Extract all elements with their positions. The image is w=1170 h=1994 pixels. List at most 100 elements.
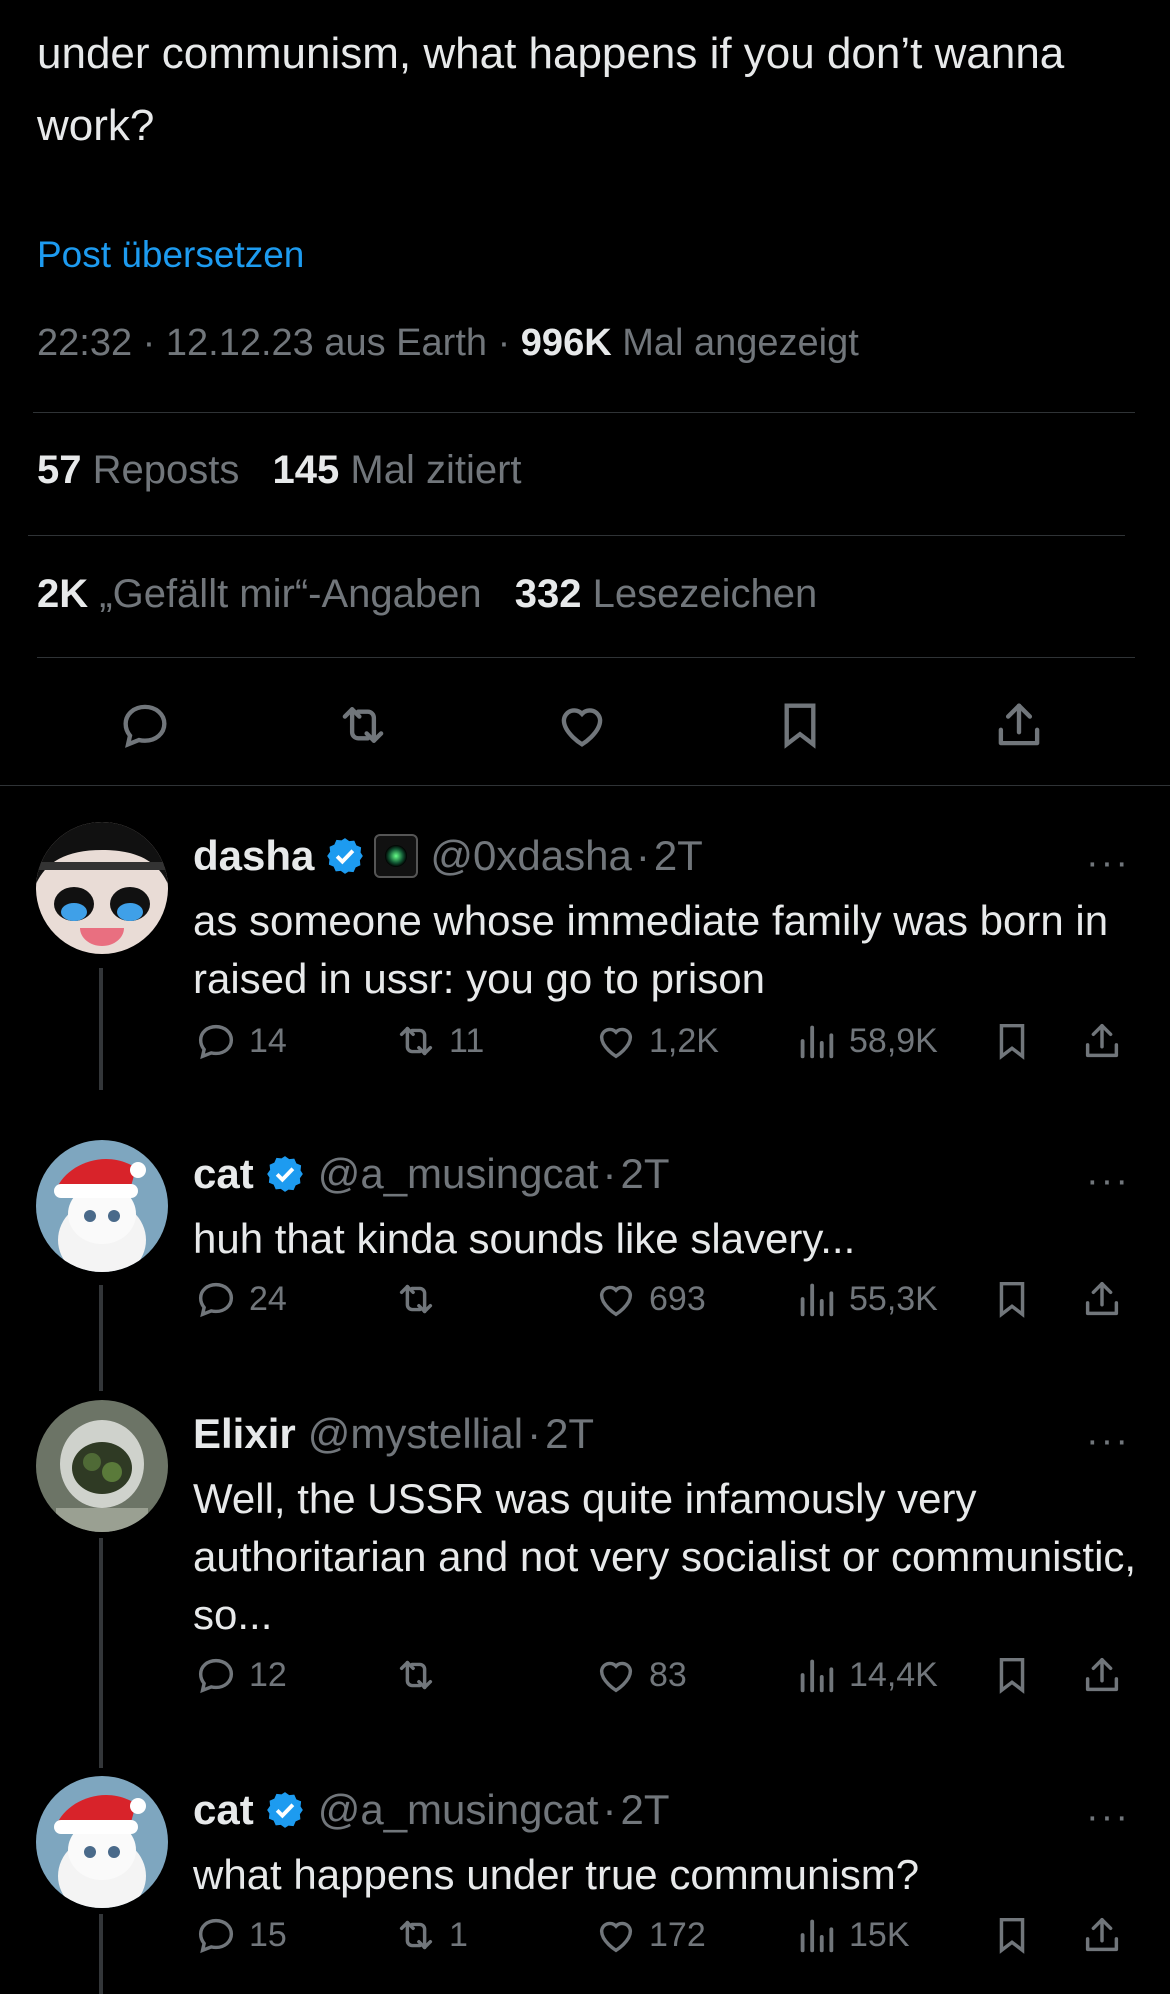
more-options-icon[interactable]: ··· [1086, 1420, 1130, 1463]
post-time[interactable]: 22:32 [37, 322, 132, 364]
share-button[interactable] [1079, 1650, 1125, 1700]
avatar[interactable] [36, 822, 168, 954]
more-options-icon[interactable]: ··· [1086, 1160, 1130, 1203]
like-button[interactable]: 1,2K [593, 1016, 719, 1066]
author-handle[interactable]: @a_musingcat [318, 1786, 599, 1834]
reply-time[interactable]: 2T [654, 832, 703, 880]
author-handle[interactable]: @mystellial [308, 1410, 523, 1458]
reply-button[interactable]: 14 [193, 1016, 287, 1066]
repost-icon [399, 1026, 433, 1056]
author-name[interactable]: dasha [193, 832, 314, 880]
more-options-icon[interactable]: ··· [1086, 842, 1130, 885]
reposts-label: Reposts [92, 448, 240, 492]
repost-button[interactable] [393, 1650, 449, 1700]
reply-item[interactable]: cat @a_musingcat · 2T ··· huh that kinda… [0, 1140, 1170, 1320]
verified-badge-icon[interactable] [324, 835, 366, 877]
reply-button[interactable] [110, 690, 180, 760]
author-handle[interactable]: @0xdasha [430, 832, 631, 880]
bookmarks-stat[interactable]: 332 Lesezeichen [515, 572, 817, 616]
share-icon [1085, 1657, 1119, 1692]
share-button[interactable] [1079, 1274, 1125, 1324]
share-button[interactable] [1079, 1910, 1125, 1960]
repost-count: 11 [449, 1021, 485, 1060]
share-icon [1085, 1281, 1119, 1316]
verified-badge-icon[interactable] [264, 1789, 306, 1831]
views-button[interactable]: 58,9K [793, 1016, 938, 1066]
reply-item[interactable]: dasha @0xdasha · 2T ··· as someone whose… [0, 822, 1170, 1062]
like-button[interactable]: 172 [593, 1910, 706, 1960]
views-count: 996K [520, 322, 612, 364]
repost-button[interactable]: 1 [393, 1910, 468, 1960]
meta-separator: · [602, 1150, 617, 1197]
reposts-stat[interactable]: 57 Reposts [37, 448, 239, 492]
bookmark-button[interactable] [765, 690, 835, 760]
repost-icon [399, 1660, 433, 1690]
avatar[interactable] [36, 1140, 168, 1272]
post-date[interactable]: 12.12.23 [166, 322, 314, 364]
meta-separator: · [635, 832, 650, 879]
reply-time[interactable]: 2T [620, 1150, 669, 1198]
reply-header: cat @a_musingcat · 2T [193, 1150, 670, 1198]
reply-button[interactable]: 12 [193, 1650, 287, 1700]
views-label: Mal angezeigt [622, 322, 859, 364]
repost-button[interactable] [393, 1274, 449, 1324]
quotes-count: 145 [272, 448, 340, 492]
reply-header: dasha @0xdasha · 2T [193, 832, 703, 880]
repost-icon [399, 1284, 433, 1314]
likes-label: „Gefällt mir“-Angaben [99, 572, 482, 616]
views-button[interactable]: 14,4K [793, 1650, 938, 1700]
author-handle[interactable]: @a_musingcat [318, 1150, 599, 1198]
repost-icon [342, 707, 384, 743]
avatar[interactable] [36, 1400, 168, 1532]
astronaut-helmet-avatar [36, 1400, 168, 1532]
views-button[interactable]: 55,3K [793, 1274, 938, 1324]
reply-text: what happens under true communism? [193, 1851, 920, 1898]
views-button[interactable]: 15K [793, 1910, 910, 1960]
more-options-icon[interactable]: ··· [1086, 1796, 1130, 1839]
author-name[interactable]: cat [193, 1150, 254, 1198]
reply-time[interactable]: 2T [620, 1786, 669, 1834]
like-button[interactable]: 83 [593, 1650, 687, 1700]
affiliate-badge-icon[interactable] [374, 834, 419, 878]
share-icon [1085, 1023, 1119, 1058]
quotes-stat[interactable]: 145 Mal zitiert [273, 448, 522, 492]
bookmark-button[interactable] [989, 1016, 1035, 1066]
bookmark-button[interactable] [989, 1910, 1035, 1960]
heart-icon [599, 1027, 633, 1059]
analytics-icon [800, 1283, 834, 1317]
avatar[interactable] [36, 1776, 168, 1908]
author-name[interactable]: Elixir [193, 1410, 296, 1458]
reply-text: as someone whose immediate family was bo… [193, 897, 1109, 1002]
like-stats: 2K „Gefällt mir“-Angaben 332 Lesezeichen [37, 572, 817, 617]
reply-button[interactable]: 15 [193, 1910, 287, 1960]
repost-button[interactable] [328, 690, 398, 760]
share-icon [1085, 1917, 1119, 1952]
reply-item[interactable]: cat @a_musingcat · 2T ··· what happens u… [0, 1776, 1170, 1976]
reply-count: 24 [249, 1279, 287, 1318]
share-button[interactable] [984, 690, 1054, 760]
reply-item[interactable]: Elixir @mystellial · 2T ··· Well, the US… [0, 1400, 1170, 1694]
divider [33, 412, 1135, 413]
verified-badge-icon[interactable] [264, 1153, 306, 1195]
translate-post-link[interactable]: Post übersetzen [37, 234, 304, 276]
divider [37, 657, 1135, 658]
post-location: aus Earth [324, 322, 488, 364]
heart-icon [599, 1285, 633, 1317]
bookmark-button[interactable] [989, 1650, 1035, 1700]
share-button[interactable] [1079, 1016, 1125, 1066]
anime-girl-avatar [36, 822, 168, 954]
like-button[interactable]: 693 [593, 1274, 706, 1324]
author-name[interactable]: cat [193, 1786, 254, 1834]
reply-header: Elixir @mystellial · 2T [193, 1410, 594, 1458]
reply-time[interactable]: 2T [545, 1410, 594, 1458]
like-count: 1,2K [649, 1021, 719, 1060]
reply-text: huh that kinda sounds like slavery... [193, 1215, 856, 1262]
bookmark-icon [999, 1281, 1025, 1318]
repost-button[interactable]: 11 [393, 1016, 484, 1066]
bookmark-button[interactable] [989, 1274, 1035, 1324]
like-button[interactable] [547, 690, 617, 760]
white-cat-santa-hat-avatar [36, 1776, 168, 1908]
reply-button[interactable]: 24 [193, 1274, 287, 1324]
analytics-icon [800, 1919, 834, 1953]
likes-stat[interactable]: 2K „Gefällt mir“-Angaben [37, 572, 482, 616]
